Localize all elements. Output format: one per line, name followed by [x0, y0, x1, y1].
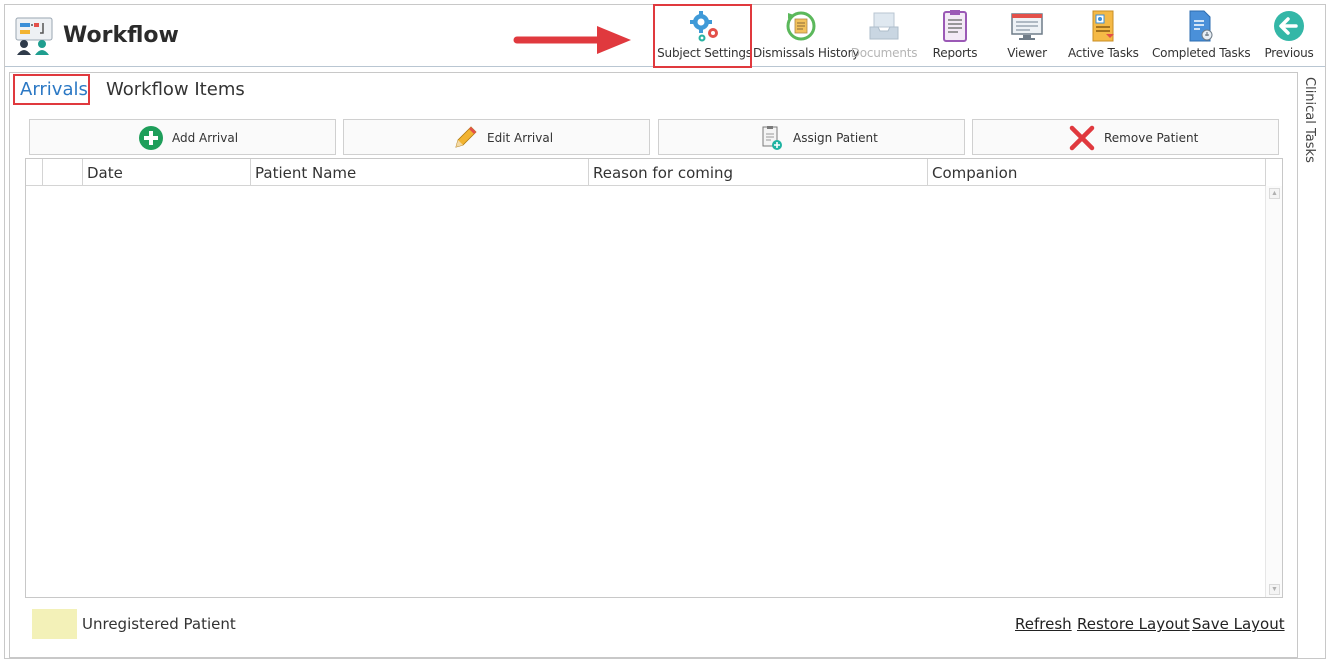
refresh-link[interactable]: Refresh: [1015, 615, 1072, 633]
unregistered-patient-label: Unregistered Patient: [82, 615, 236, 633]
assign-patient-label: Assign Patient: [793, 131, 878, 145]
clinical-tasks-label: Clinical Tasks: [1302, 77, 1317, 163]
active-tasks-button[interactable]: Active Tasks: [1068, 5, 1139, 67]
column-header-indicator[interactable]: [26, 159, 43, 186]
clinical-tasks-side-tab[interactable]: Clinical Tasks: [1300, 77, 1324, 177]
viewer-button[interactable]: Viewer: [1001, 5, 1053, 67]
clipboard-report-icon: [943, 10, 967, 42]
documents-label: Documents: [850, 46, 918, 60]
save-layout-link[interactable]: Save Layout: [1192, 615, 1285, 633]
column-header-date[interactable]: Date: [83, 159, 251, 186]
app-title: Workflow: [63, 23, 179, 48]
grid-header: Date Patient Name Reason for coming Comp…: [26, 159, 1266, 186]
previous-button[interactable]: Previous: [1260, 5, 1318, 67]
remove-patient-label: Remove Patient: [1104, 131, 1199, 145]
pencil-icon: [455, 126, 477, 148]
column-header-patient-name[interactable]: Patient Name: [251, 159, 589, 186]
remove-patient-button[interactable]: Remove Patient: [972, 119, 1279, 155]
restore-layout-link[interactable]: Restore Layout: [1077, 615, 1190, 633]
completed-tasks-button[interactable]: Completed Tasks: [1152, 5, 1251, 67]
assign-document-icon: [762, 126, 782, 150]
arrivals-tab-highlight: [13, 74, 90, 105]
column-header-status[interactable]: [43, 159, 83, 186]
grid-vertical-scrollbar[interactable]: ▲ ▼: [1265, 186, 1282, 597]
completed-tasks-icon: [1189, 10, 1213, 42]
tabs-panel: Arrivals Workflow Items Add Arrival Edit…: [9, 72, 1298, 658]
add-arrival-label: Add Arrival: [172, 131, 239, 145]
assign-patient-button[interactable]: Assign Patient: [658, 119, 965, 155]
active-tasks-icon: [1092, 10, 1114, 42]
back-arrow-icon: [1274, 11, 1304, 41]
active-tasks-label: Active Tasks: [1068, 46, 1139, 60]
edit-arrival-button[interactable]: Edit Arrival: [343, 119, 650, 155]
tab-workflow-items[interactable]: Workflow Items: [106, 79, 245, 100]
subject-settings-highlight: [653, 4, 752, 68]
top-toolbar: Workflow Subject Settings Dismissals His…: [5, 4, 1325, 68]
edit-arrival-label: Edit Arrival: [487, 131, 554, 145]
dismissals-history-button[interactable]: Dismissals History: [753, 5, 860, 67]
dismissals-history-label: Dismissals History: [753, 46, 860, 60]
scroll-down-icon[interactable]: ▼: [1269, 584, 1280, 595]
column-header-reason[interactable]: Reason for coming: [589, 159, 928, 186]
plus-circle-icon: [139, 126, 163, 150]
monitor-icon: [1011, 13, 1043, 40]
workflow-app-icon: [15, 17, 53, 55]
inbox-tray-icon: [869, 12, 899, 40]
add-arrival-button[interactable]: Add Arrival: [29, 119, 336, 155]
completed-tasks-label: Completed Tasks: [1152, 46, 1251, 60]
reports-button[interactable]: Reports: [927, 5, 983, 67]
unregistered-patient-swatch: [32, 609, 77, 639]
arrivals-grid: Date Patient Name Reason for coming Comp…: [25, 158, 1283, 598]
scroll-up-icon[interactable]: ▲: [1269, 188, 1280, 199]
viewer-label: Viewer: [1007, 46, 1047, 60]
documents-button[interactable]: Documents: [850, 5, 918, 67]
reports-label: Reports: [932, 46, 978, 60]
red-x-icon: [1069, 125, 1095, 151]
workflow-window: Workflow Subject Settings Dismissals His…: [4, 4, 1326, 659]
history-icon: [786, 11, 816, 41]
column-header-companion[interactable]: Companion: [928, 159, 1266, 186]
red-arrow-annotation: [513, 26, 631, 54]
previous-label: Previous: [1264, 46, 1314, 60]
